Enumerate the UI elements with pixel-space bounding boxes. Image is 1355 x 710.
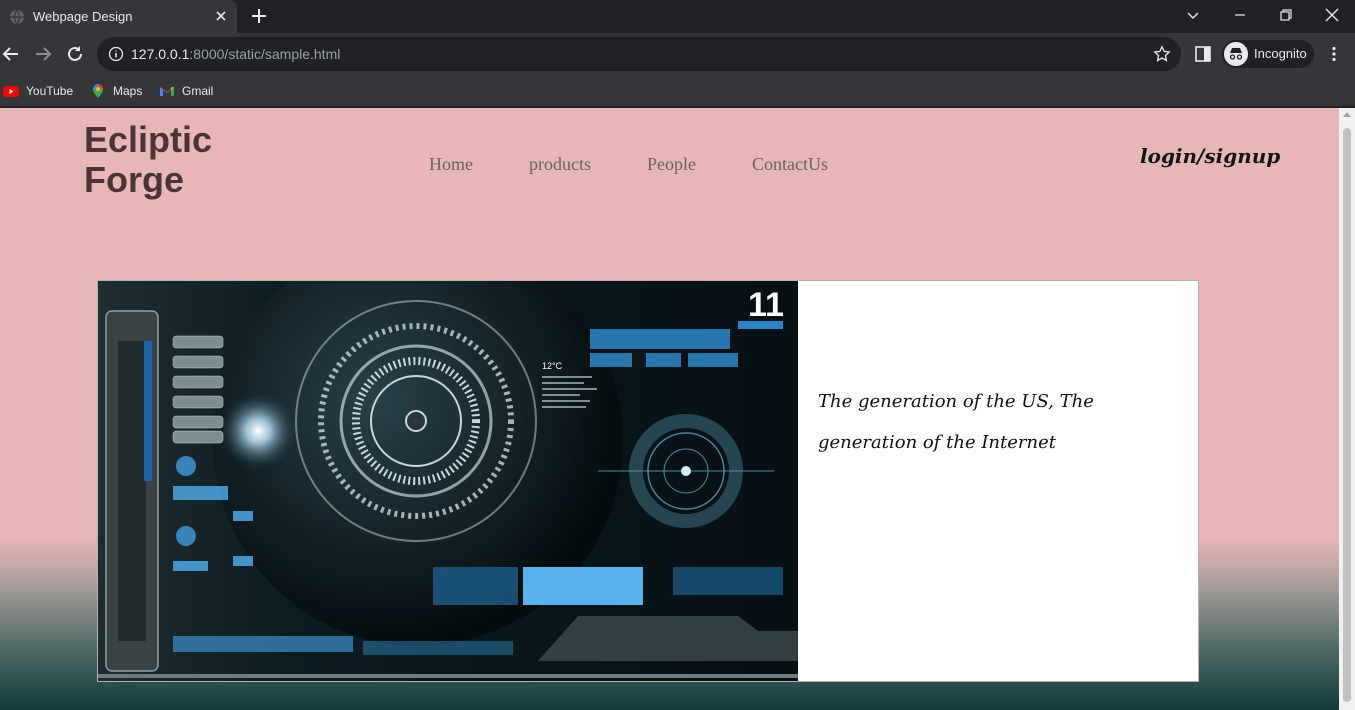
nav-products[interactable]: products [529, 154, 591, 175]
bookmarks-bar: YouTube Maps Gmail [0, 75, 1355, 107]
more-options-icon[interactable] [1325, 45, 1343, 63]
gmail-icon [160, 87, 174, 96]
bookmark-maps[interactable]: Maps [90, 81, 142, 101]
page-scrollbar[interactable] [1339, 108, 1355, 710]
sci-fi-hud-graphic: 11 12°C [98, 281, 798, 681]
hero-card: 11 12°C The generation of the US, The ge… [97, 280, 1199, 682]
side-panel-icon[interactable] [1194, 45, 1212, 63]
url-text: 127.0.0.1:8000/static/sample.html [131, 46, 340, 62]
reload-icon[interactable] [65, 44, 85, 64]
bookmark-label: Maps [113, 84, 143, 98]
globe-icon [10, 9, 24, 25]
url-host: 127.0.0.1 [131, 46, 190, 62]
new-tab-icon[interactable] [250, 7, 268, 25]
tab-strip: Webpage Design [0, 0, 1355, 33]
back-icon[interactable] [1, 44, 21, 64]
bookmark-gmail[interactable]: Gmail [159, 81, 213, 101]
address-bar[interactable]: 127.0.0.1:8000/static/sample.html [97, 37, 1181, 71]
close-tab-icon[interactable] [213, 8, 229, 24]
nav-people[interactable]: People [647, 154, 696, 175]
incognito-label: Incognito [1254, 46, 1307, 61]
bookmark-label: Gmail [182, 84, 214, 98]
hud-clock-number: 11 [748, 286, 784, 324]
close-window-icon[interactable] [1321, 4, 1343, 26]
bookmark-youtube[interactable]: YouTube [3, 81, 73, 101]
tab-title: Webpage Design [33, 9, 133, 24]
tab-search-icon[interactable] [1182, 4, 1204, 26]
restore-icon[interactable] [1275, 4, 1297, 26]
forward-icon[interactable] [33, 44, 53, 64]
hero-image: 11 12°C [98, 281, 798, 681]
browser-tab[interactable]: Webpage Design [0, 0, 237, 33]
browser-toolbar: 127.0.0.1:8000/static/sample.html Incogn… [0, 33, 1355, 75]
hero-tagline: The generation of the US, The generation… [818, 391, 1094, 453]
scroll-thumb[interactable] [1343, 128, 1351, 702]
login-signup-link[interactable]: login/signup [1140, 144, 1280, 168]
bookmark-label: YouTube [26, 84, 74, 98]
maps-icon [93, 84, 103, 98]
hud-temperature: 12°C [542, 361, 563, 371]
scroll-up-arrow-icon[interactable] [1343, 112, 1351, 117]
incognito-icon [1224, 42, 1248, 66]
nav-home[interactable]: Home [429, 154, 473, 175]
nav-contactus[interactable]: ContactUs [752, 154, 828, 175]
site-logo[interactable]: Ecliptic Forge [84, 120, 254, 200]
incognito-badge[interactable]: Incognito [1222, 40, 1314, 68]
youtube-icon [3, 86, 19, 97]
site-info-icon[interactable] [108, 46, 124, 62]
url-path: :8000/static/sample.html [189, 46, 341, 62]
page-viewport: Ecliptic Forge Home products People Cont… [0, 108, 1339, 710]
minimize-icon[interactable] [1229, 4, 1251, 26]
bookmark-star-icon[interactable] [1153, 45, 1171, 63]
